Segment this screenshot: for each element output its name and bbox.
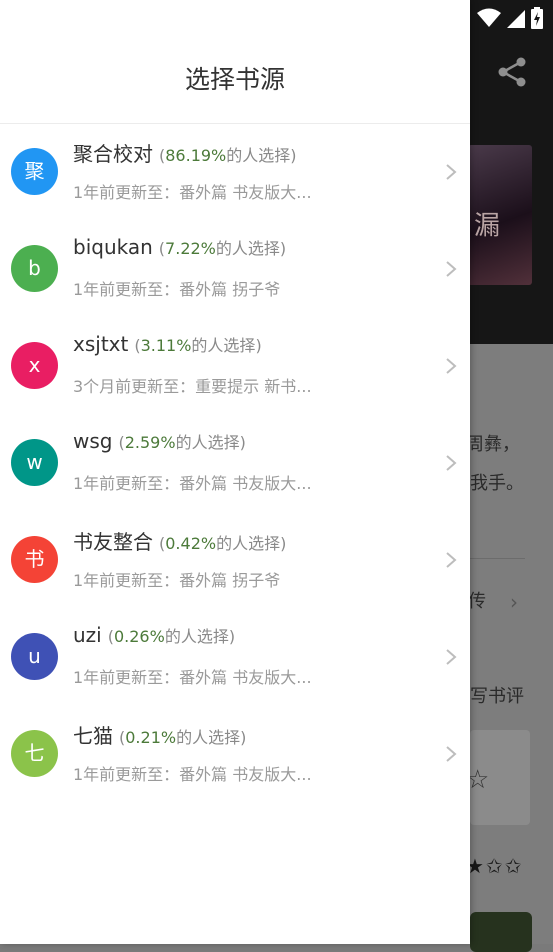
source-avatar: b <box>11 245 58 292</box>
source-list: 聚聚合校对 (86.19%的人选择) 1年前更新至：番外篇 书友版大... b biqu… <box>0 124 470 803</box>
intro-fragment-1: 周彝， <box>466 434 520 455</box>
source-item[interactable]: 书书友整合 (0.42%的人选择) 1年前更新至：番外篇 拐子爷 <box>0 512 470 609</box>
selection-rate: (2.59%的人选择) <box>118 433 246 452</box>
selection-suffix: 的人选择 <box>226 146 291 165</box>
latest-update: 1年前更新至：番外篇 拐子爷 <box>73 571 281 590</box>
latest-update: 1年前更新至：番外篇 书友版大... <box>73 183 312 202</box>
selection-rate: (86.19%的人选择) <box>159 146 297 165</box>
source-avatar: w <box>11 439 58 486</box>
selection-rate: (0.42%的人选择) <box>159 534 287 553</box>
chevron-right-icon <box>446 552 457 568</box>
source-name-line: xsjtxt (3.11%的人选择) <box>73 332 262 356</box>
read-button[interactable] <box>470 912 532 952</box>
source-name: 聚合校对 <box>73 142 153 166</box>
chevron-right-icon: › <box>510 590 518 614</box>
source-name-line: 七猫 (0.21%的人选择) <box>73 720 246 749</box>
selection-suffix: 的人选择 <box>215 239 280 258</box>
selection-percent: 7.22% <box>165 239 216 258</box>
section-fragment: 传 <box>468 591 486 612</box>
latest-update: 3个月前更新至：重要提示 新书... <box>73 377 312 396</box>
chevron-right-icon <box>446 358 457 374</box>
source-item[interactable]: b biqukan (7.22%的人选择) 1年前更新至：番外篇 拐子爷 <box>0 221 470 318</box>
chevron-right-icon <box>446 649 457 665</box>
source-avatar: 书 <box>11 536 58 583</box>
selection-rate: (3.11%的人选择) <box>134 336 262 355</box>
source-name-line: 书友整合 (0.42%的人选择) <box>73 526 286 555</box>
selection-rate: (0.26%的人选择) <box>107 627 236 646</box>
source-name-line: biqukan (7.22%的人选择) <box>73 235 286 259</box>
status-bar <box>477 6 543 30</box>
signal-icon <box>507 10 525 28</box>
source-avatar: 七 <box>11 730 58 777</box>
latest-update: 1年前更新至：番外篇 书友版大... <box>73 668 312 687</box>
selection-suffix: 的人选择 <box>164 627 229 646</box>
drawer-title: 选择书源 <box>184 65 285 94</box>
source-item[interactable]: 聚聚合校对 (86.19%的人选择) 1年前更新至：番外篇 书友版大... <box>0 124 470 221</box>
source-avatar: u <box>11 633 58 680</box>
source-name-line: wsg (2.59%的人选择) <box>73 429 246 453</box>
source-name: uzi <box>73 623 102 647</box>
chevron-right-icon <box>446 746 457 762</box>
latest-update: 1年前更新至：番外篇 书友版大... <box>73 474 312 493</box>
selection-suffix: 的人选择 <box>175 433 240 452</box>
source-name: xsjtxt <box>73 332 129 356</box>
source-item[interactable]: w wsg (2.59%的人选择) 1年前更新至：番外篇 书友版大... <box>0 415 470 512</box>
selection-percent: 0.26% <box>113 627 165 646</box>
source-name-line: 聚合校对 (86.19%的人选择) <box>73 138 297 167</box>
selection-rate: (0.21%的人选择) <box>119 728 247 747</box>
selection-percent: 86.19% <box>165 146 227 165</box>
source-name: 书友整合 <box>73 530 153 554</box>
rating-stars: ★✩✩ <box>466 854 524 878</box>
selection-percent: 3.11% <box>140 336 192 355</box>
chevron-right-icon <box>446 455 457 471</box>
cover-title-fragment: 漏 <box>474 211 501 241</box>
wifi-icon <box>477 8 501 27</box>
source-item[interactable]: 七七猫 (0.21%的人选择) 1年前更新至：番外篇 书友版大... <box>0 706 470 803</box>
latest-update: 1年前更新至：番外篇 书友版大... <box>73 765 312 784</box>
intro-fragment-2: 我手。 <box>470 473 524 494</box>
selection-rate: (7.22%的人选择) <box>158 239 287 258</box>
source-name: 七猫 <box>73 724 113 748</box>
selection-percent: 0.21% <box>125 728 177 747</box>
selection-suffix: 的人选择 <box>216 534 281 553</box>
battery-icon <box>531 7 543 29</box>
source-avatar: x <box>11 342 58 389</box>
source-name: wsg <box>73 429 113 453</box>
share-icon[interactable] <box>496 56 528 88</box>
book-cover[interactable]: 漏 <box>468 145 532 285</box>
source-item[interactable]: x xsjtxt (3.11%的人选择) 3个月前更新至：重要提示 新书... <box>0 318 470 415</box>
selection-suffix: 的人选择 <box>191 336 256 355</box>
source-item[interactable]: u uzi (0.26%的人选择) 1年前更新至：番外篇 书友版大... <box>0 609 470 706</box>
chevron-right-icon <box>446 261 457 277</box>
divider <box>470 558 525 559</box>
source-name: biqukan <box>73 235 153 259</box>
source-avatar: 聚 <box>11 148 58 195</box>
source-name-line: uzi (0.26%的人选择) <box>73 623 235 647</box>
selection-percent: 2.59% <box>124 433 176 452</box>
source-picker-drawer: 选择书源 聚聚合校对 (86.19%的人选择) 1年前更新至：番外篇 书友版大...… <box>0 0 470 944</box>
selection-percent: 0.42% <box>165 534 217 553</box>
write-review-fragment[interactable]: 写书评 <box>470 682 524 708</box>
latest-update: 1年前更新至：番外篇 拐子爷 <box>73 280 281 299</box>
chevron-right-icon <box>446 164 457 180</box>
selection-suffix: 的人选择 <box>176 728 241 747</box>
